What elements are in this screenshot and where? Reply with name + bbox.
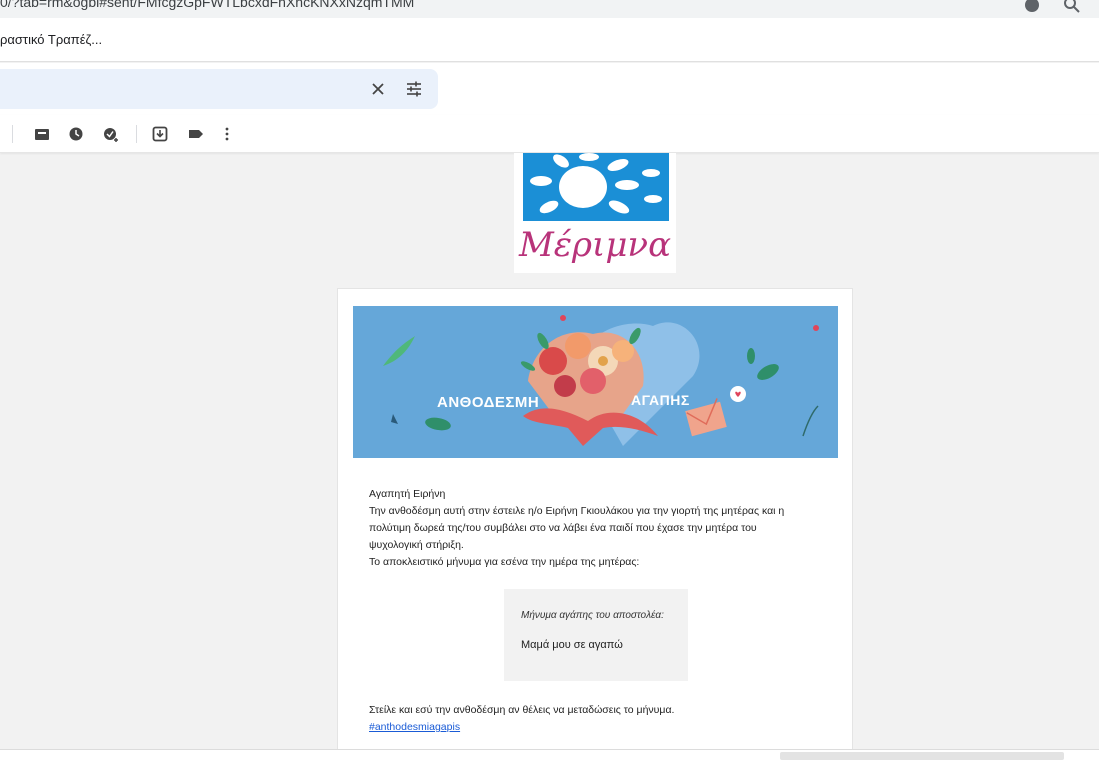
search-options-icon[interactable]: [404, 79, 424, 99]
email-body-card: ΑΝΘΟΔΕΣΜΗ ΑΓΑΠΗΣ Αγαπητή Ειρήνη Την ανθο…: [337, 288, 853, 761]
outro-text: Στείλε και εσύ την ανθοδέσμη αν θέλεις ν…: [369, 704, 675, 716]
sender-message-box: Μήνυμα αγάπης του αποστολέα: Μαμά μου σε…: [504, 589, 688, 681]
message-line: πολύτιμη δωρεά της/του συμβάλει στο να λ…: [369, 522, 757, 534]
bouquet-banner: ΑΝΘΟΔΕΣΜΗ ΑΓΑΠΗΣ: [353, 306, 838, 458]
logo-wordmark: Μέριμνα: [518, 225, 672, 265]
logo-sun-graphic: [523, 153, 669, 221]
bouquet-illustration: [383, 315, 819, 446]
message-line: Την ανθοδέσμη αυτή στην έστειλε η/ο Ειρή…: [369, 505, 785, 517]
greeting: Αγαπητή Ειρήνη: [369, 488, 446, 500]
merimna-logo: Μέριμνα: [514, 153, 676, 273]
banner-title-left: ΑΝΘΟΔΕΣΜΗ: [437, 394, 540, 411]
clear-search-icon[interactable]: [368, 79, 388, 99]
banner-title-right: ΑΓΑΠΗΣ: [631, 392, 690, 408]
sender-message-title: Μήνυμα αγάπης του αποστολέα:: [521, 610, 664, 621]
url-text[interactable]: 0/?tab=rm&ogbl#sent/FMfcgzGpFWTLbcxdFhXh…: [0, 0, 414, 10]
sender-message-text: Μαμά μου σε αγαπώ: [521, 639, 623, 651]
move-to-icon[interactable]: [151, 125, 169, 143]
clock-icon[interactable]: [67, 125, 85, 143]
message-line: Το αποκλειστικό μήνυμα για εσένα την ημέ…: [369, 556, 640, 568]
mail-search-input[interactable]: [0, 69, 438, 109]
horizontal-scrollbar[interactable]: [0, 749, 1099, 761]
bookmark-item[interactable]: ραστικό Τραπέζ...: [0, 32, 102, 47]
more-icon[interactable]: [218, 125, 236, 143]
email-message-text: Αγαπητή Ειρήνη Την ανθοδέσμη αυτή στην έ…: [369, 486, 829, 571]
label-icon[interactable]: [187, 125, 205, 143]
scrollbar-thumb[interactable]: [780, 752, 1064, 760]
mail-header: [0, 63, 1099, 115]
bookmarks-bar: ραστικό Τραπέζ...: [0, 18, 1099, 62]
browser-address-bar[interactable]: 0/?tab=rm&ogbl#sent/FMfcgzGpFWTLbcxdFhXh…: [0, 0, 1099, 18]
extension-icon[interactable]: [1023, 0, 1041, 14]
archive-icon[interactable]: [33, 125, 51, 143]
hashtag-link[interactable]: #anthodesmiagapis: [369, 721, 460, 733]
add-task-icon[interactable]: [102, 125, 120, 143]
toolbar-divider: [136, 125, 137, 143]
message-toolbar: [0, 115, 1099, 153]
toolbar-divider: [12, 125, 13, 143]
search-icon[interactable]: [1063, 0, 1081, 14]
message-line: ψυχολογική στήριξη.: [369, 539, 464, 551]
